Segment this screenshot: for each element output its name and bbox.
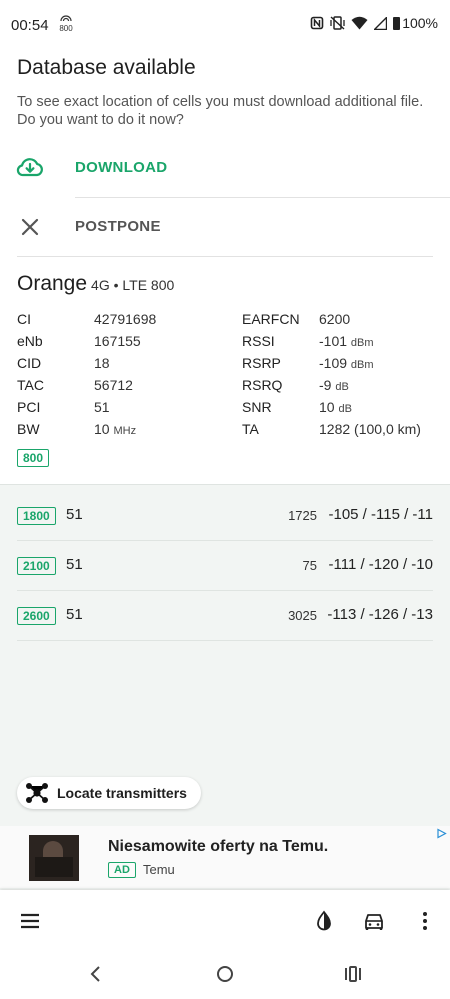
info-label: BW [17,421,40,437]
download-action[interactable]: DOWNLOAD [0,140,450,196]
neighbor-earfcn: 3025 [288,608,317,623]
close-icon [21,218,39,236]
ad-choices-icon[interactable] [436,828,447,839]
ad-banner[interactable]: Niesamowite oferty na Temu. AD Temu [0,826,450,888]
status-time: 00:54 [11,17,49,34]
info-label: EARFCN [242,311,300,327]
info-value: -9 dB [319,377,349,393]
database-description: To see exact location of cells you must … [17,94,424,128]
info-row: TAC 56712 RSRQ -9 dB [17,377,437,399]
cell-signal-icon [374,16,388,30]
info-value: 56712 [94,377,133,393]
neighbor-pci: 51 [66,556,83,573]
info-value: -101 dBm [319,333,374,349]
ad-title: Niesamowite oferty na Temu. [108,838,329,855]
neighbor-earfcn: 75 [302,558,317,573]
band-badge: 1800 [17,507,56,525]
download-label: DOWNLOAD [75,159,168,176]
neighbor-signal: -113 / -126 / -13 [327,606,433,623]
back-icon[interactable] [86,964,106,984]
neighbor-earfcn: 1725 [288,508,317,523]
neighbor-signal: -105 / -115 / -11 [328,506,433,523]
cloud-download-icon [16,158,43,177]
info-label: RSRP [242,355,281,371]
divider [17,256,433,257]
signal-waves-icon [60,15,72,22]
info-row: PCI 51 SNR 10 dB [17,399,437,421]
info-value: 10 dB [319,399,352,415]
bottom-app-bar [0,890,450,952]
neighbor-pci: 51 [66,506,83,523]
locate-transmitters-label: Locate transmitters [57,785,187,801]
technology-label: 4G • LTE 800 [91,277,175,293]
car-icon[interactable] [363,910,385,932]
info-row: BW 10 MHz TA 1282 (100,0 km) [17,421,437,443]
info-value: 1282 (100,0 km) [319,421,421,437]
cell-info-grid: CI 42791698 EARFCN 6200 eNb 167155 RSSI … [17,311,437,443]
divider [75,197,450,198]
system-navigation-bar [0,952,450,999]
status-icons: 100% [310,15,438,31]
locate-transmitters-button[interactable]: Locate transmitters [17,777,201,809]
info-value: 42791698 [94,311,157,327]
info-label: SNR [242,399,272,415]
neighbor-signal: -111 / -120 / -10 [328,556,433,573]
battery-percent: 100% [402,15,438,31]
info-value: 51 [94,399,110,415]
band-badge: 2600 [17,607,56,625]
recents-icon[interactable] [343,964,363,984]
info-label: PCI [17,399,41,415]
contrast-icon[interactable] [313,910,335,932]
info-value: 167155 [94,333,141,349]
band-indicator-text: 800 [59,24,73,33]
vibrate-icon [330,16,345,30]
neighbor-pci: 51 [66,606,83,623]
info-label: CID [17,355,42,371]
wifi-icon [351,16,368,30]
postpone-action[interactable]: POSTPONE [0,199,450,255]
postpone-label: POSTPONE [75,218,161,235]
more-vert-icon[interactable] [414,910,436,932]
info-value: -109 dBm [319,355,374,371]
ad-thumbnail [29,835,79,881]
band-badge: 2100 [17,557,56,575]
info-label: RSRQ [242,377,283,393]
neighbor-row[interactable]: 1800 51 1725 -105 / -115 / -11 [0,490,450,540]
info-row: CID 18 RSRP -109 dBm [17,355,437,377]
info-row: CI 42791698 EARFCN 6200 [17,311,437,333]
info-label: RSSI [242,333,275,349]
database-title: Database available [17,56,196,79]
info-label: eNb [17,333,43,349]
band-badge: 800 [17,449,50,467]
operator-name: Orange [17,272,88,295]
info-value: 10 MHz [94,421,137,437]
info-label: TAC [17,377,44,393]
divider [17,640,433,641]
operator-header: Orange 4G • LTE 800 [17,272,174,296]
info-row: eNb 167155 RSSI -101 dBm [17,333,437,355]
ad-tag: AD [108,862,136,878]
neighbor-row[interactable]: 2100 51 75 -111 / -120 / -10 [0,540,450,590]
network-nodes-icon [26,783,48,803]
hamburger-menu-icon[interactable] [19,910,41,932]
info-value: 18 [94,355,110,371]
nfc-icon [310,16,324,30]
ad-sponsor: Temu [143,862,175,877]
info-label: CI [17,311,31,327]
info-value: 6200 [319,311,351,327]
status-bar: 00:54 800 100% [0,0,450,50]
band-indicator: 800 [59,15,73,33]
neighbor-row[interactable]: 2600 51 3025 -113 / -126 / -13 [0,590,450,640]
info-label: TA [242,421,259,437]
home-icon[interactable] [215,964,235,984]
battery-icon [393,16,401,30]
